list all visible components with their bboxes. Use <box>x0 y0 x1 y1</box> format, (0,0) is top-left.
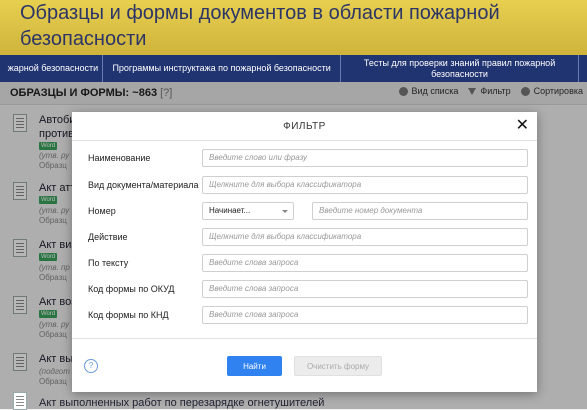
number-match-select[interactable]: Начинает... <box>202 202 294 220</box>
field-doctype-row: Вид документа/материала Щелкните для выб… <box>72 176 537 196</box>
number-input[interactable]: Введите номер документа <box>312 202 528 220</box>
field-text-row: По тексту Введите слова запроса <box>72 254 537 274</box>
nav-item-more[interactable] <box>579 55 587 82</box>
field-number-row: Номер Начинает... Введите номер документ… <box>72 202 537 222</box>
name-input[interactable]: Введите слово или фразу <box>202 149 528 167</box>
field-label: Действие <box>88 232 128 242</box>
doctype-selector[interactable]: Щелкните для выбора классификатора <box>202 176 528 194</box>
dialog-title: ФИЛЬТР <box>283 121 326 132</box>
page-title: Образцы и формы документов в области пож… <box>20 2 500 50</box>
field-label: По тексту <box>88 258 129 268</box>
document-title[interactable]: Акт выполненных работ по перезарядке огн… <box>39 397 324 409</box>
field-knd-row: Код формы по КНД Введите слова запроса <box>72 306 537 326</box>
clear-form-button[interactable]: Очистить форму <box>294 356 382 376</box>
top-nav: жарной безопасности Программы инструктаж… <box>0 55 587 82</box>
document-icon <box>13 392 27 410</box>
close-icon[interactable]: ✕ <box>516 115 529 134</box>
help-icon[interactable]: ? <box>84 359 98 373</box>
field-label: Вид документа/материала <box>88 180 199 190</box>
field-label: Наименование <box>88 153 151 163</box>
dialog-header: ФИЛЬТР ✕ <box>72 112 537 141</box>
field-action-row: Действие Щелкните для выбора классификат… <box>72 228 537 248</box>
knd-code-input[interactable]: Введите слова запроса <box>202 306 528 324</box>
text-search-input[interactable]: Введите слова запроса <box>202 254 528 272</box>
find-button[interactable]: Найти <box>227 356 282 376</box>
action-selector[interactable]: Щелкните для выбора классификатора <box>202 228 528 246</box>
field-name-row: Наименование Введите слово или фразу <box>72 149 537 169</box>
site-header: Образцы и формы документов в области пож… <box>0 0 587 55</box>
field-label: Номер <box>88 206 116 216</box>
field-label: Код формы по КНД <box>88 310 169 320</box>
field-label: Код формы по ОКУД <box>88 284 175 294</box>
nav-item-fire-safety[interactable]: жарной безопасности <box>0 55 104 82</box>
chevron-down-icon <box>282 210 288 213</box>
number-match-value: Начинает... <box>209 206 251 215</box>
nav-item-briefing-programs[interactable]: Программы инструктажа по пожарной безопа… <box>103 55 342 82</box>
nav-item-knowledge-tests[interactable]: Тесты для проверки знаний правил пожарно… <box>341 55 579 82</box>
okud-code-input[interactable]: Введите слова запроса <box>202 280 528 298</box>
dialog-footer: ? Найти Очистить форму <box>72 338 537 393</box>
filter-dialog: ФИЛЬТР ✕ Наименование Введите слово или … <box>72 112 537 392</box>
field-okud-row: Код формы по ОКУД Введите слова запроса <box>72 280 537 300</box>
